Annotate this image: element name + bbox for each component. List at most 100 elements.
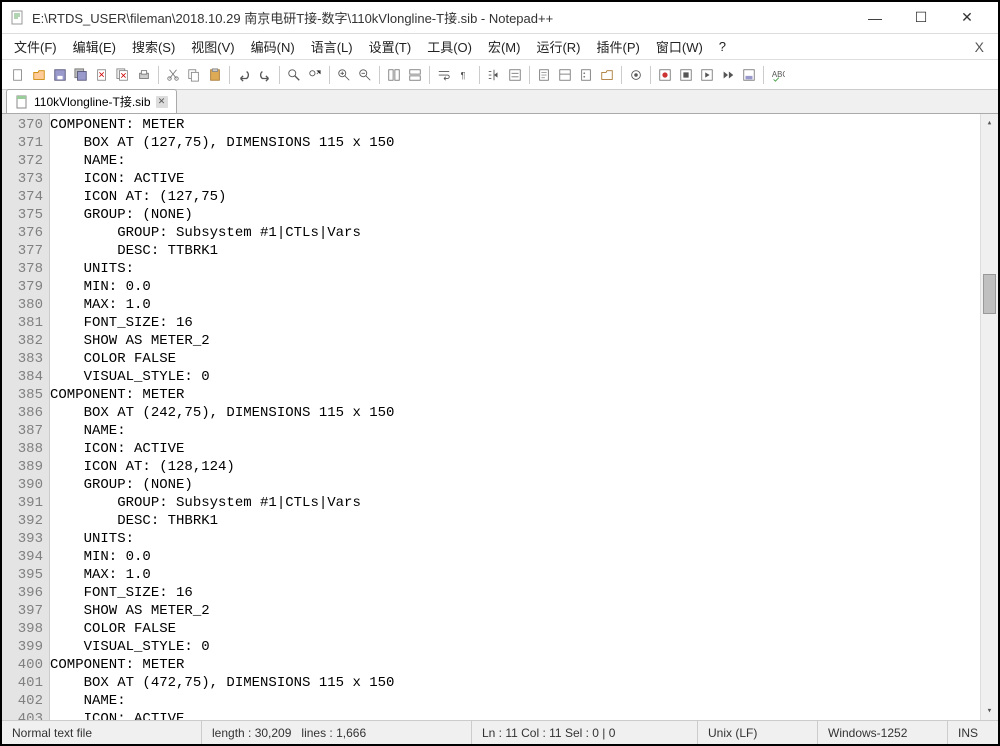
code-line[interactable]: COMPONENT: METER: [50, 386, 980, 404]
record-macro-icon[interactable]: [655, 65, 675, 85]
open-file-icon[interactable]: [29, 65, 49, 85]
code-area[interactable]: COMPONENT: METER BOX AT (127,75), DIMENS…: [50, 114, 980, 720]
vertical-scrollbar[interactable]: ▴ ▾: [980, 114, 998, 720]
print-icon[interactable]: [134, 65, 154, 85]
code-line[interactable]: MAX: 1.0: [50, 296, 980, 314]
code-line[interactable]: GROUP: Subsystem #1|CTLs|Vars: [50, 224, 980, 242]
code-line[interactable]: SHOW AS METER_2: [50, 602, 980, 620]
save-all-icon[interactable]: [71, 65, 91, 85]
close-all-icon[interactable]: [113, 65, 133, 85]
code-line[interactable]: COLOR FALSE: [50, 350, 980, 368]
maximize-button[interactable]: ☐: [898, 4, 944, 32]
menu-window[interactable]: 窗口(W): [648, 35, 711, 58]
code-line[interactable]: BOX AT (127,75), DIMENSIONS 115 x 150: [50, 134, 980, 152]
toolbar-sep: [479, 66, 480, 84]
minimize-button[interactable]: —: [852, 4, 898, 32]
stop-macro-icon[interactable]: [676, 65, 696, 85]
sync-v-icon[interactable]: [384, 65, 404, 85]
zoom-in-icon[interactable]: [334, 65, 354, 85]
monitor-icon[interactable]: [626, 65, 646, 85]
user-lang-icon[interactable]: [505, 65, 525, 85]
code-line[interactable]: VISUAL_STYLE: 0: [50, 368, 980, 386]
code-line[interactable]: DESC: THBRK1: [50, 512, 980, 530]
paste-icon[interactable]: [205, 65, 225, 85]
code-line[interactable]: COLOR FALSE: [50, 620, 980, 638]
menu-tools[interactable]: 工具(O): [419, 35, 480, 58]
code-line[interactable]: COMPONENT: METER: [50, 656, 980, 674]
code-line[interactable]: UNITS:: [50, 530, 980, 548]
code-line[interactable]: GROUP: Subsystem #1|CTLs|Vars: [50, 494, 980, 512]
replace-icon[interactable]: [305, 65, 325, 85]
status-cursor: Ln : 11 Col : 11 Sel : 0 | 0: [472, 721, 698, 744]
code-line[interactable]: BOX AT (242,75), DIMENSIONS 115 x 150: [50, 404, 980, 422]
code-line[interactable]: ICON: ACTIVE: [50, 170, 980, 188]
menu-macro[interactable]: 宏(M): [480, 35, 529, 58]
code-line[interactable]: MIN: 0.0: [50, 548, 980, 566]
menu-help[interactable]: ?: [711, 37, 734, 56]
redo-icon[interactable]: [255, 65, 275, 85]
tab-close-icon[interactable]: ✕: [156, 96, 168, 108]
toolbar-sep: [429, 66, 430, 84]
line-number: 403: [4, 710, 43, 720]
code-line[interactable]: VISUAL_STYLE: 0: [50, 638, 980, 656]
code-line[interactable]: ICON AT: (128,124): [50, 458, 980, 476]
indent-guide-icon[interactable]: [484, 65, 504, 85]
menu-settings[interactable]: 设置(T): [361, 35, 420, 58]
doc-list-icon[interactable]: [555, 65, 575, 85]
copy-icon[interactable]: [184, 65, 204, 85]
menu-view[interactable]: 视图(V): [183, 35, 242, 58]
code-line[interactable]: SHOW AS METER_2: [50, 332, 980, 350]
menu-language[interactable]: 语言(L): [303, 35, 361, 58]
close-file-icon[interactable]: [92, 65, 112, 85]
menu-encoding[interactable]: 编码(N): [243, 35, 303, 58]
code-line[interactable]: FONT_SIZE: 16: [50, 584, 980, 602]
code-line[interactable]: FONT_SIZE: 16: [50, 314, 980, 332]
save-macro-icon[interactable]: [739, 65, 759, 85]
menu-run[interactable]: 运行(R): [528, 35, 588, 58]
code-line[interactable]: GROUP: (NONE): [50, 206, 980, 224]
play-macro-icon[interactable]: [697, 65, 717, 85]
code-line[interactable]: NAME:: [50, 152, 980, 170]
scroll-down-arrow[interactable]: ▾: [981, 702, 998, 720]
find-icon[interactable]: [284, 65, 304, 85]
folder-view-icon[interactable]: [597, 65, 617, 85]
close-button[interactable]: ✕: [944, 4, 990, 32]
sync-h-icon[interactable]: [405, 65, 425, 85]
code-line[interactable]: ICON: ACTIVE: [50, 710, 980, 720]
code-line[interactable]: MIN: 0.0: [50, 278, 980, 296]
line-number: 398: [4, 620, 43, 638]
code-line[interactable]: MAX: 1.0: [50, 566, 980, 584]
code-line[interactable]: BOX AT (472,75), DIMENSIONS 115 x 150: [50, 674, 980, 692]
menu-plugins[interactable]: 插件(P): [589, 35, 648, 58]
menu-edit[interactable]: 编辑(E): [65, 35, 124, 58]
save-icon[interactable]: [50, 65, 70, 85]
code-line[interactable]: ICON: ACTIVE: [50, 440, 980, 458]
word-wrap-icon[interactable]: [434, 65, 454, 85]
code-line[interactable]: DESC: TTBRK1: [50, 242, 980, 260]
undo-icon[interactable]: [234, 65, 254, 85]
function-list-icon[interactable]: [576, 65, 596, 85]
menubar-close-x[interactable]: X: [965, 37, 994, 57]
scroll-up-arrow[interactable]: ▴: [981, 114, 998, 132]
zoom-out-icon[interactable]: [355, 65, 375, 85]
cut-icon[interactable]: [163, 65, 183, 85]
scroll-thumb[interactable]: [983, 274, 996, 314]
status-lines: lines : 1,666: [301, 726, 366, 740]
line-number: 387: [4, 422, 43, 440]
code-line[interactable]: NAME:: [50, 422, 980, 440]
code-line[interactable]: COMPONENT: METER: [50, 116, 980, 134]
code-line[interactable]: ICON AT: (127,75): [50, 188, 980, 206]
code-line[interactable]: UNITS:: [50, 260, 980, 278]
tab-file-0[interactable]: 110kVlongline-T接.sib ✕: [6, 89, 177, 113]
doc-map-icon[interactable]: [534, 65, 554, 85]
spellcheck-icon[interactable]: ABC: [768, 65, 788, 85]
play-multi-icon[interactable]: [718, 65, 738, 85]
menu-file[interactable]: 文件(F): [6, 35, 65, 58]
menu-search[interactable]: 搜索(S): [124, 35, 183, 58]
window-title: E:\RTDS_USER\fileman\2018.10.29 南京电研T接-数…: [32, 8, 852, 27]
status-eol: Unix (LF): [698, 721, 818, 744]
code-line[interactable]: GROUP: (NONE): [50, 476, 980, 494]
new-file-icon[interactable]: [8, 65, 28, 85]
code-line[interactable]: NAME:: [50, 692, 980, 710]
show-all-chars-icon[interactable]: ¶: [455, 65, 475, 85]
